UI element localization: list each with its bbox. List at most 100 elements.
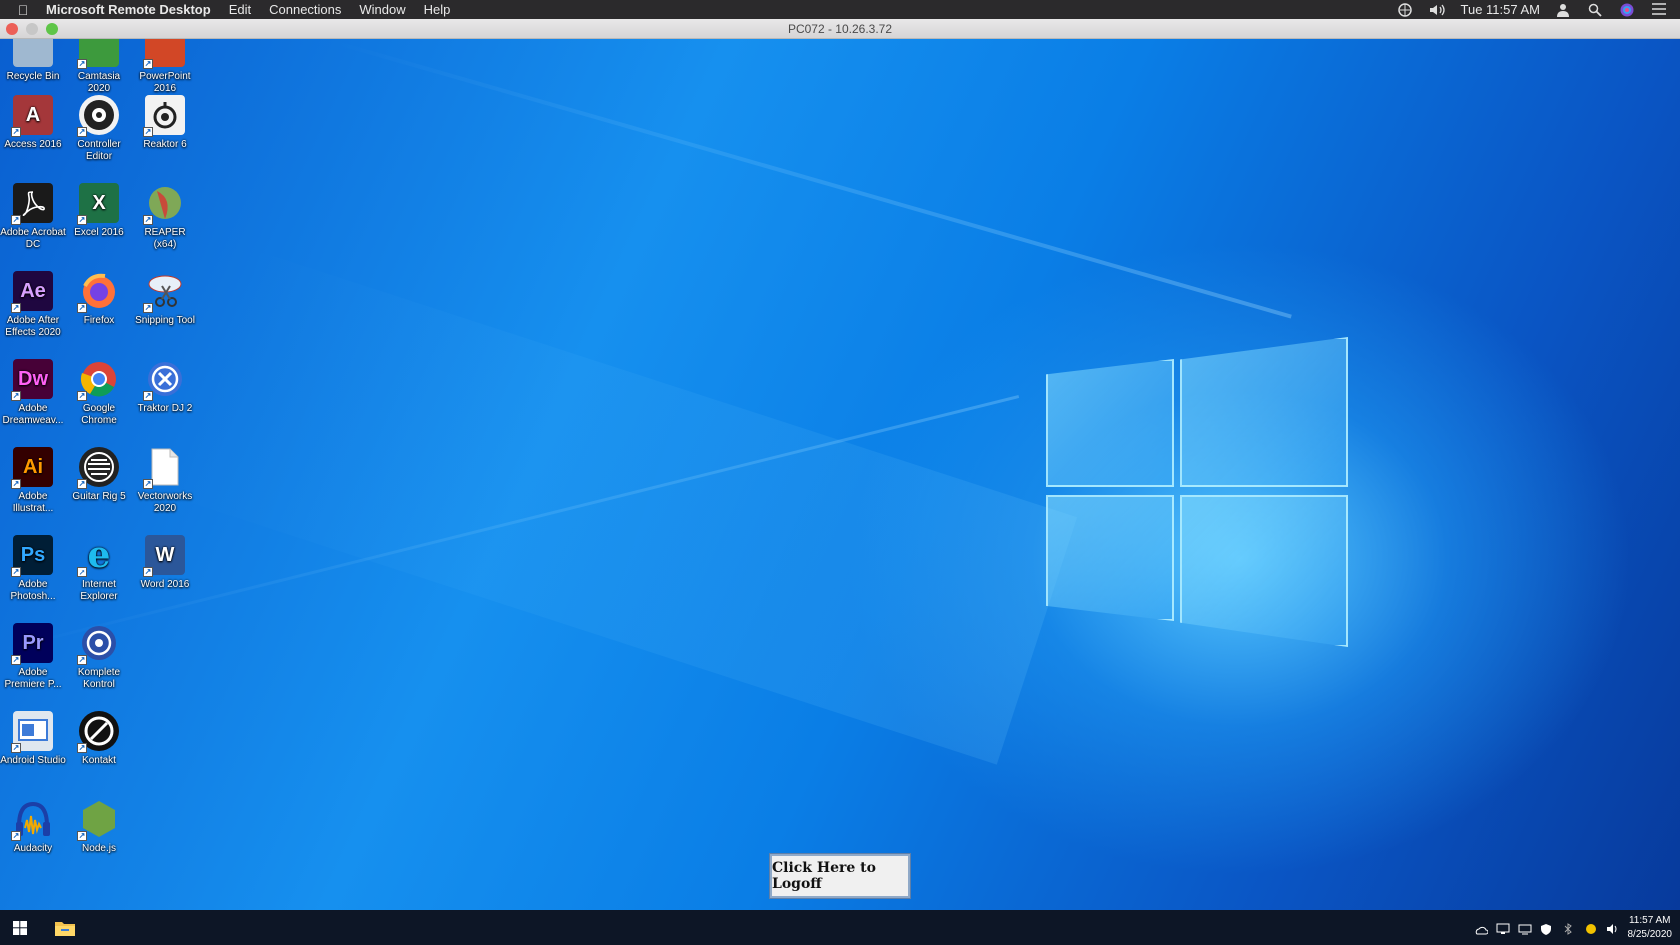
desktop-icon-label: Snipping Tool <box>135 315 195 326</box>
desktop-icon-label: Firefox <box>83 315 115 326</box>
desktop-icon-premiere[interactable]: Pr ↗ Adobe Premiere P... <box>0 623 66 691</box>
excel-glyph: X <box>92 192 106 214</box>
desktop-icon-label: Internet Explorer <box>80 579 118 602</box>
file-explorer-button[interactable] <box>48 910 82 945</box>
after-effects-glyph: Ae <box>20 280 46 302</box>
desktop-icon-photoshop[interactable]: Ps ↗ Adobe Photosh... <box>0 535 66 603</box>
android-studio-icon: ↗ <box>11 711 53 753</box>
bluetooth-icon[interactable] <box>1562 922 1576 935</box>
desktop-icon-chrome[interactable]: ↗ Google Chrome <box>66 359 132 427</box>
kontakt-icon: ↗ <box>77 711 119 753</box>
desktop-icon-illustrator[interactable]: Ai ↗ Adobe Illustrat... <box>0 447 66 515</box>
windows-logo-pane <box>1180 337 1348 487</box>
desktop-icon-label: Adobe Acrobat DC <box>0 227 66 250</box>
desktop-icon-guitar-rig[interactable]: ↗ Guitar Rig 5 <box>66 447 132 503</box>
desktop-icon-label: Word 2016 <box>140 579 190 590</box>
menu-window[interactable]: Window <box>350 0 414 19</box>
start-button[interactable] <box>0 910 40 945</box>
illustrator-icon: Ai ↗ <box>11 447 53 489</box>
desktop-icon-powerpoint[interactable]: ↗ PowerPoint 2016 <box>132 39 198 95</box>
user-icon[interactable] <box>1556 3 1572 17</box>
desktop-icon-reaktor[interactable]: ↗ Reaktor 6 <box>132 95 198 151</box>
remote-desktop-status-icon[interactable] <box>1397 2 1413 17</box>
snipping-tool-icon: ↗ <box>143 271 185 313</box>
firefox-icon: ↗ <box>77 271 119 313</box>
desktop-icon-label: Audacity <box>13 843 53 854</box>
taskbar-time: 11:57 AM <box>1628 914 1671 926</box>
reaktor-icon: ↗ <box>143 95 185 137</box>
remote-desktop-area[interactable]: Recycle Bin ↗ Camtasia 2020 ↗ PowerPoint… <box>0 39 1680 910</box>
menubar-clock[interactable]: Tue 11:57 AM <box>1461 2 1541 17</box>
desktop-icon-label: Node.js <box>82 843 116 854</box>
word-glyph: W <box>155 544 175 566</box>
desktop-icon-label: Controller Editor <box>77 139 121 162</box>
excel-icon: X ↗ <box>77 183 119 225</box>
photoshop-icon: Ps ↗ <box>11 535 53 577</box>
desktop-icon-vectorworks[interactable]: ↗ Vectorworks 2020 <box>132 447 198 515</box>
desktop-icon-reaper[interactable]: ↗ REAPER (x64) <box>132 183 198 251</box>
desktop-icon-internet-explorer[interactable]: e ↗ Internet Explorer <box>66 535 132 603</box>
siri-icon[interactable] <box>1620 3 1636 17</box>
volume-icon[interactable] <box>1429 3 1445 17</box>
desktop-icon-controller-editor[interactable]: ↗ Controller Editor <box>66 95 132 163</box>
network-share-icon[interactable] <box>1496 922 1510 934</box>
desktop-icon-dreamweaver[interactable]: Dw ↗ Adobe Dreamweav... <box>0 359 66 427</box>
window-title-bar[interactable]: PC072 - 10.26.3.72 <box>0 19 1680 39</box>
onedrive-icon[interactable] <box>1474 922 1488 934</box>
desktop-icon-audacity[interactable]: ↗ Audacity <box>0 799 66 855</box>
close-window-button[interactable] <box>6 23 18 35</box>
notification-warning-icon[interactable] <box>1584 922 1598 934</box>
desktop-icon-label: Reaktor 6 <box>143 139 187 150</box>
desktop-icon-label: Adobe Illustrat... <box>12 491 54 514</box>
internet-explorer-icon: e ↗ <box>77 534 111 577</box>
menu-edit[interactable]: Edit <box>220 0 260 19</box>
desktop-icon-komplete-kontrol[interactable]: ↗ Komplete Kontrol <box>66 623 132 691</box>
desktop-icon-android-studio[interactable]: ↗ Android Studio <box>0 711 66 767</box>
folder-icon <box>55 921 75 936</box>
security-shield-icon[interactable] <box>1540 922 1554 935</box>
spotlight-search-icon[interactable] <box>1588 3 1604 17</box>
camtasia-icon: ↗ <box>77 39 119 69</box>
taskbar-clock[interactable]: 11:57 AM 8/25/2020 <box>1628 914 1673 942</box>
premiere-icon: Pr ↗ <box>11 623 53 665</box>
menu-connections[interactable]: Connections <box>260 0 350 19</box>
file-icon: ↗ <box>143 447 185 489</box>
word-icon: W ↗ <box>143 535 185 577</box>
notification-center-icon[interactable] <box>1652 2 1668 17</box>
desktop-icon-firefox[interactable]: ↗ Firefox <box>66 271 132 327</box>
taskbar-volume-icon[interactable] <box>1606 922 1620 934</box>
desktop-icon-label: Adobe Photosh... <box>10 579 56 602</box>
maximize-window-button[interactable] <box>46 23 58 35</box>
minimize-window-button[interactable] <box>26 23 38 35</box>
desktop-icon-recycle-bin[interactable]: Recycle Bin <box>0 39 66 83</box>
display-icon[interactable] <box>1518 922 1532 934</box>
controller-editor-icon: ↗ <box>77 95 119 137</box>
photoshop-glyph: Ps <box>20 544 46 566</box>
desktop-icon-word[interactable]: W ↗ Word 2016 <box>132 535 198 591</box>
desktop-icon-label: Traktor DJ 2 <box>137 403 193 414</box>
desktop-icon-after-effects[interactable]: Ae ↗ Adobe After Effects 2020 <box>0 271 66 339</box>
desktop-icon-kontakt[interactable]: ↗ Kontakt <box>66 711 132 767</box>
desktop-icon-traktor[interactable]: ↗ Traktor DJ 2 <box>132 359 198 415</box>
desktop-icon-acrobat[interactable]: ↗ Adobe Acrobat DC <box>0 183 66 251</box>
desktop-icon-nodejs[interactable]: ↗ Node.js <box>66 799 132 855</box>
desktop-icon-snipping-tool[interactable]: ↗ Snipping Tool <box>132 271 198 327</box>
menu-help[interactable]: Help <box>415 0 460 19</box>
reaper-icon: ↗ <box>143 183 185 225</box>
desktop-icon-label: Android Studio <box>0 755 66 766</box>
desktop-icon-label: Guitar Rig 5 <box>72 491 126 502</box>
desktop-icon-access[interactable]: A ↗ Access 2016 <box>0 95 66 151</box>
desktop-icon-excel[interactable]: X ↗ Excel 2016 <box>66 183 132 239</box>
desktop-icon-camtasia[interactable]: ↗ Camtasia 2020 <box>66 39 132 95</box>
taskbar-date: 8/25/2020 <box>1627 928 1673 940</box>
logoff-button[interactable]: Click Here to Logoff <box>770 854 910 898</box>
internet-explorer-glyph: e <box>87 534 111 576</box>
illustrator-glyph: Ai <box>23 456 43 478</box>
acrobat-icon: ↗ <box>11 183 53 225</box>
desktop-icon-label: Adobe Dreamweav... <box>2 403 64 426</box>
nodejs-icon: ↗ <box>77 799 119 841</box>
access-glyph: A <box>25 104 41 126</box>
chrome-icon: ↗ <box>77 359 119 401</box>
menu-app-name[interactable]: Microsoft Remote Desktop <box>46 0 220 19</box>
apple-icon[interactable]:  <box>0 2 46 18</box>
